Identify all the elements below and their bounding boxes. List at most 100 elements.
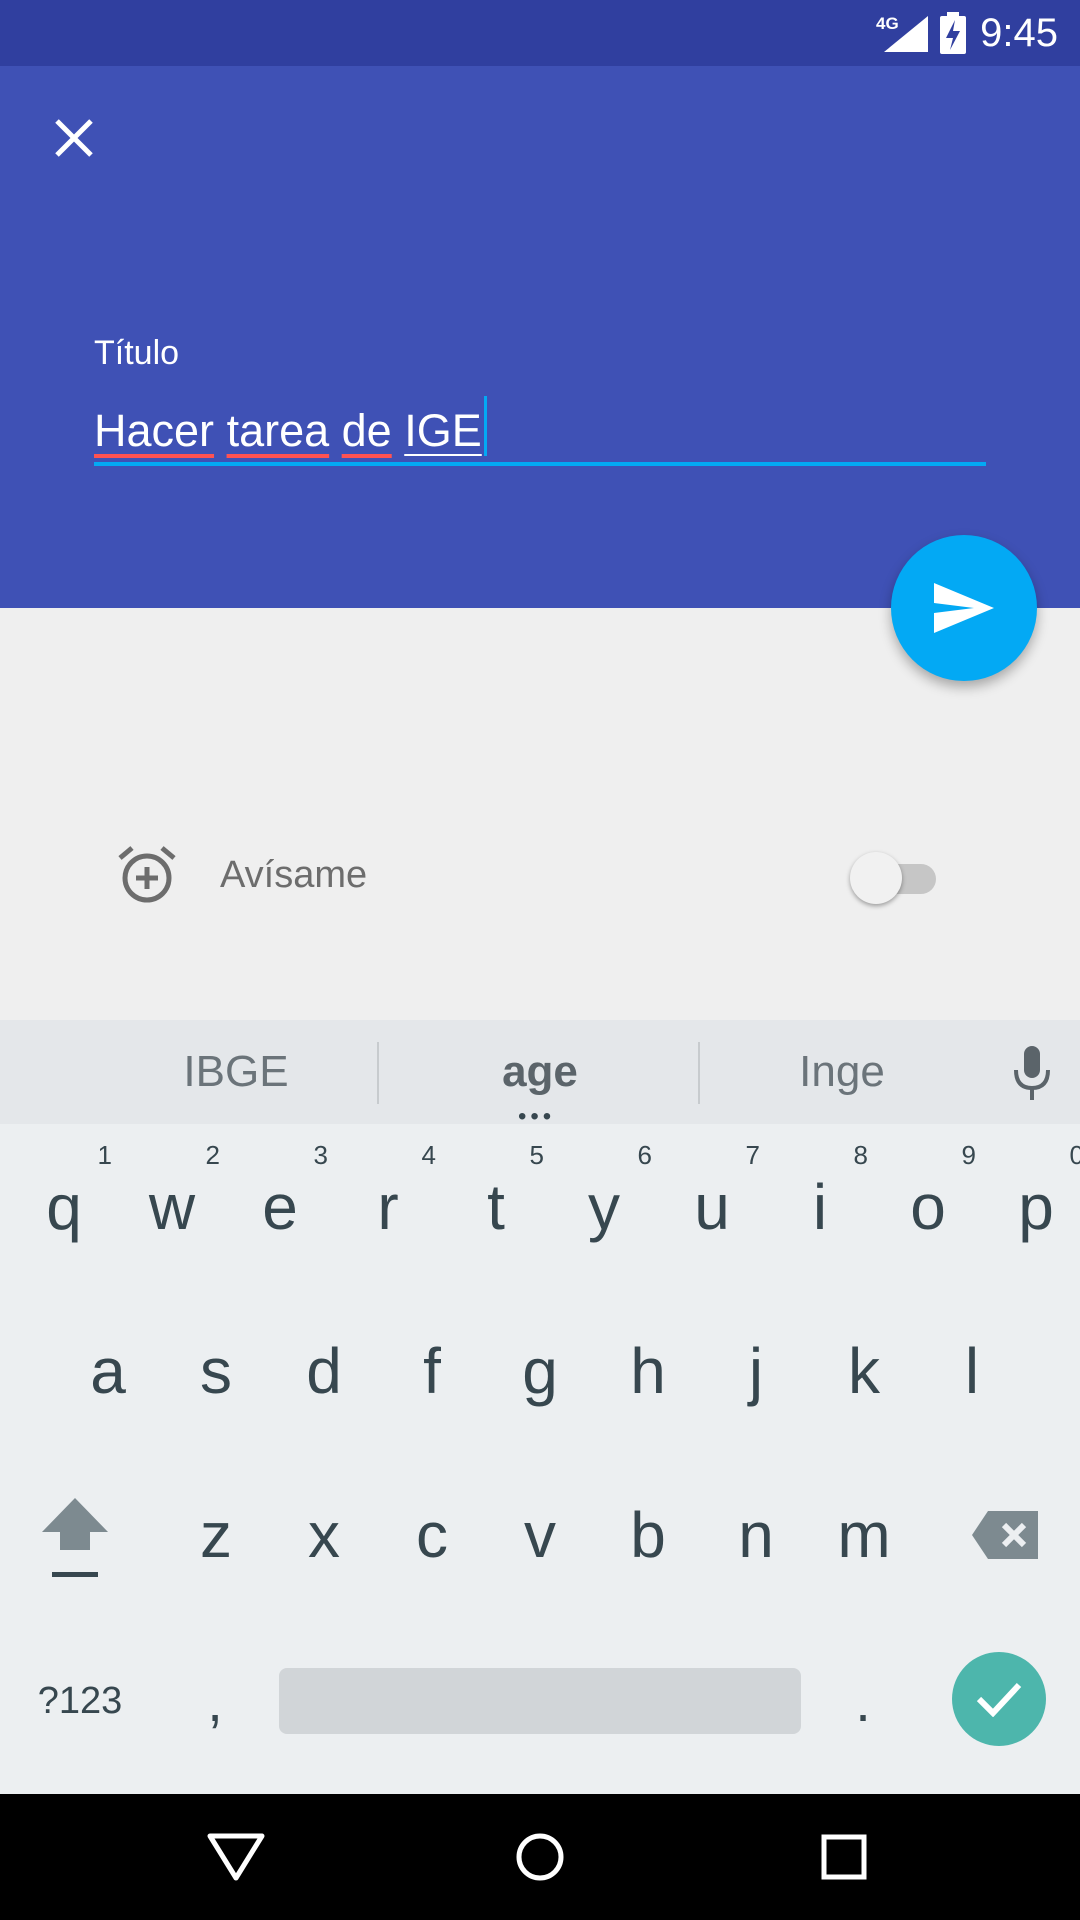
- status-time: 9:45: [980, 11, 1058, 55]
- signal-icon: [884, 16, 928, 52]
- key-o[interactable]: o9: [874, 1132, 982, 1282]
- alarm-add-icon: [118, 846, 176, 903]
- key-b[interactable]: b: [594, 1460, 702, 1610]
- back-button[interactable]: [196, 1817, 276, 1897]
- key-c[interactable]: c: [378, 1460, 486, 1610]
- symbols-key[interactable]: ?123: [20, 1626, 140, 1776]
- key-q[interactable]: q1: [10, 1132, 118, 1282]
- key-label: v: [524, 1499, 556, 1571]
- key-label: j: [748, 1335, 764, 1407]
- key-f[interactable]: f: [378, 1296, 486, 1446]
- key-row-2: a s d f gh j k l: [0, 1296, 1080, 1446]
- soft-keyboard: IBGE age ••• Inge q1w2e3r4t5y6u7i8o9p0 a…: [0, 1020, 1080, 1794]
- key-r[interactable]: r4: [334, 1132, 442, 1282]
- enter-key[interactable]: [952, 1652, 1046, 1746]
- send-button[interactable]: [891, 535, 1037, 681]
- home-button[interactable]: [500, 1817, 580, 1897]
- key-z[interactable]: z: [162, 1460, 270, 1610]
- title-word-composing: IGE: [404, 405, 482, 456]
- comma-key[interactable]: ,: [172, 1626, 258, 1776]
- key-label: y: [588, 1171, 620, 1243]
- key-u[interactable]: u7: [658, 1132, 766, 1282]
- suggestion-item[interactable]: Inge: [722, 1020, 962, 1124]
- key-s[interactable]: s: [162, 1296, 270, 1446]
- key-hint: 5: [529, 1140, 544, 1170]
- key-w[interactable]: w2: [118, 1132, 226, 1282]
- key-label: p: [1018, 1171, 1054, 1243]
- key-n[interactable]: n: [702, 1460, 810, 1610]
- key-row-3: z x c v bnm: [0, 1460, 1080, 1610]
- key-label: k: [848, 1335, 880, 1407]
- navigation-bar: [0, 1794, 1080, 1920]
- key-a[interactable]: a: [54, 1296, 162, 1446]
- key-k[interactable]: k: [810, 1296, 918, 1446]
- shift-key[interactable]: [30, 1460, 120, 1610]
- recents-square-icon: [821, 1834, 867, 1880]
- key-label: g: [522, 1335, 558, 1407]
- key-label: l: [964, 1335, 980, 1407]
- title-word: de: [341, 405, 392, 456]
- key-v[interactable]: v: [486, 1460, 594, 1610]
- key-h[interactable]: h: [594, 1296, 702, 1446]
- text-cursor: [483, 396, 487, 456]
- key-d[interactable]: d: [270, 1296, 378, 1446]
- space-key[interactable]: [279, 1668, 801, 1734]
- close-button[interactable]: [40, 104, 108, 172]
- key-x[interactable]: x: [270, 1460, 378, 1610]
- key-hint: 0: [1069, 1140, 1080, 1170]
- key-j[interactable]: j: [702, 1296, 810, 1446]
- key-label: m: [837, 1499, 891, 1571]
- key-hint: 1: [97, 1140, 112, 1170]
- key-label: a: [90, 1335, 126, 1407]
- key-label: r: [377, 1171, 399, 1243]
- key-label: d: [306, 1335, 342, 1407]
- key-label: s: [200, 1335, 232, 1407]
- key-y[interactable]: y6: [550, 1132, 658, 1282]
- key-label: e: [262, 1171, 298, 1243]
- key-hint: 3: [313, 1140, 328, 1170]
- key-l[interactable]: l: [918, 1296, 1026, 1446]
- key-t[interactable]: t5: [442, 1132, 550, 1282]
- title-word: Hacer: [94, 405, 215, 456]
- key-label: f: [423, 1335, 441, 1407]
- key-row-1: q1w2e3r4t5y6u7i8o9p0: [0, 1132, 1080, 1282]
- key-label: i: [812, 1171, 828, 1243]
- key-label: c: [416, 1499, 448, 1571]
- key-label: b: [630, 1499, 666, 1571]
- key-i[interactable]: i8: [766, 1132, 874, 1282]
- key-label: w: [148, 1171, 196, 1243]
- key-hint: 4: [421, 1140, 436, 1170]
- status-bar: 4G 9:45: [0, 0, 1080, 66]
- key-label: u: [694, 1171, 730, 1243]
- title-word: tarea: [226, 405, 330, 456]
- close-icon: [55, 119, 93, 157]
- suggestion-divider: [377, 1042, 379, 1104]
- check-icon: [976, 1682, 1022, 1717]
- key-p[interactable]: p0: [982, 1132, 1080, 1282]
- key-label: x: [308, 1499, 340, 1571]
- reminder-toggle[interactable]: [850, 852, 936, 904]
- suggestion-bar: IBGE age ••• Inge: [0, 1020, 1080, 1129]
- suggestion-item[interactable]: IBGE: [116, 1020, 356, 1124]
- reminder-row[interactable]: Avísame: [0, 820, 1080, 934]
- title-input[interactable]: Hacer tarea de IGE: [94, 396, 986, 466]
- key-hint: 7: [745, 1140, 760, 1170]
- key-hint: 2: [205, 1140, 220, 1170]
- recents-button[interactable]: [804, 1817, 884, 1897]
- mic-icon: [1014, 1046, 1050, 1100]
- back-triangle-icon: [207, 1833, 265, 1881]
- toggle-thumb: [850, 852, 902, 904]
- key-hint: 8: [853, 1140, 868, 1170]
- voice-input-button[interactable]: [1002, 1044, 1062, 1104]
- key-label: q: [46, 1171, 82, 1243]
- key-label: o: [910, 1171, 946, 1243]
- key-e[interactable]: e3: [226, 1132, 334, 1282]
- key-g[interactable]: g: [486, 1296, 594, 1446]
- backspace-icon: [972, 1511, 1038, 1559]
- suggestion-divider: [698, 1042, 700, 1104]
- backspace-key[interactable]: [960, 1460, 1050, 1610]
- key-m[interactable]: m: [810, 1460, 918, 1610]
- period-key[interactable]: .: [820, 1626, 906, 1776]
- key-label: t: [487, 1171, 505, 1243]
- shift-icon: [42, 1498, 108, 1577]
